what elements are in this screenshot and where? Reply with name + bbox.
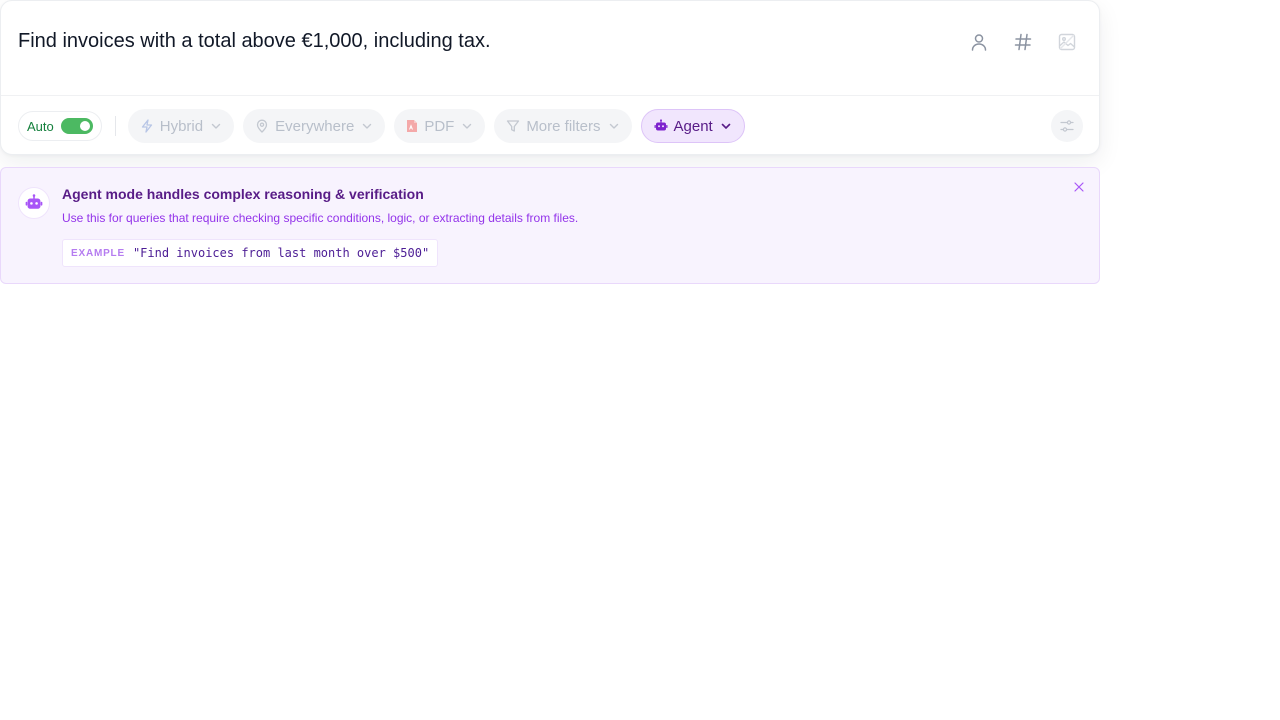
hashtag-icon <box>1014 33 1032 51</box>
banner-description: Use this for queries that require checki… <box>62 211 579 225</box>
robot-icon <box>654 119 668 133</box>
agent-avatar <box>18 187 50 219</box>
image-icon <box>1058 33 1076 51</box>
search-mode-dropdown[interactable]: Hybrid <box>127 109 235 143</box>
person-icon <box>971 34 987 51</box>
robot-icon <box>25 194 43 209</box>
auto-label: Auto <box>27 118 54 134</box>
search-query-input[interactable]: Find invoices with a total above €1,000,… <box>18 29 491 53</box>
example-tag: EXAMPLE <box>71 247 125 259</box>
more-filters-dropdown[interactable]: More filters <box>494 109 632 143</box>
person-filter-button[interactable] <box>967 30 991 54</box>
file-type-label: PDF <box>424 117 455 135</box>
funnel-icon <box>506 119 520 133</box>
image-search-button[interactable] <box>1055 30 1079 54</box>
map-pin-icon <box>255 119 269 133</box>
auto-switch[interactable] <box>60 118 93 134</box>
chevron-down-icon <box>361 120 373 132</box>
location-dropdown[interactable]: Everywhere <box>243 109 386 143</box>
search-mode-label: Hybrid <box>159 117 204 135</box>
agent-info-banner: Agent mode handles complex reasoning & v… <box>0 167 1100 284</box>
chevron-down-icon <box>720 120 732 132</box>
pdf-file-icon <box>406 119 418 133</box>
filter-divider <box>114 116 116 136</box>
tag-filter-button[interactable] <box>1011 30 1035 54</box>
chevron-down-icon <box>461 120 473 132</box>
query-actions <box>967 30 1079 54</box>
location-label: Everywhere <box>275 117 355 135</box>
sliders-icon <box>1060 120 1074 132</box>
more-filters-label: More filters <box>526 117 601 135</box>
chevron-down-icon <box>210 120 222 132</box>
agent-mode-label: Agent <box>673 117 713 135</box>
file-type-dropdown[interactable]: PDF <box>394 109 486 143</box>
close-icon <box>1074 182 1084 192</box>
lightning-icon <box>140 119 154 133</box>
example-text: "Find invoices from last month over $500… <box>132 246 430 260</box>
banner-title: Agent mode handles complex reasoning & v… <box>62 186 424 202</box>
filter-bar: Auto Hybrid Everywhere PDF More filters … <box>18 109 1083 143</box>
query-row: Find invoices with a total above €1,000,… <box>1 1 1099 96</box>
search-settings-button[interactable] <box>1051 110 1083 142</box>
search-card: Find invoices with a total above €1,000,… <box>0 0 1100 155</box>
example-query: EXAMPLE "Find invoices from last month o… <box>62 239 439 267</box>
agent-mode-dropdown[interactable]: Agent <box>640 109 745 143</box>
banner-close-button[interactable] <box>1072 180 1086 194</box>
chevron-down-icon <box>608 120 620 132</box>
auto-toggle[interactable]: Auto <box>18 111 102 141</box>
